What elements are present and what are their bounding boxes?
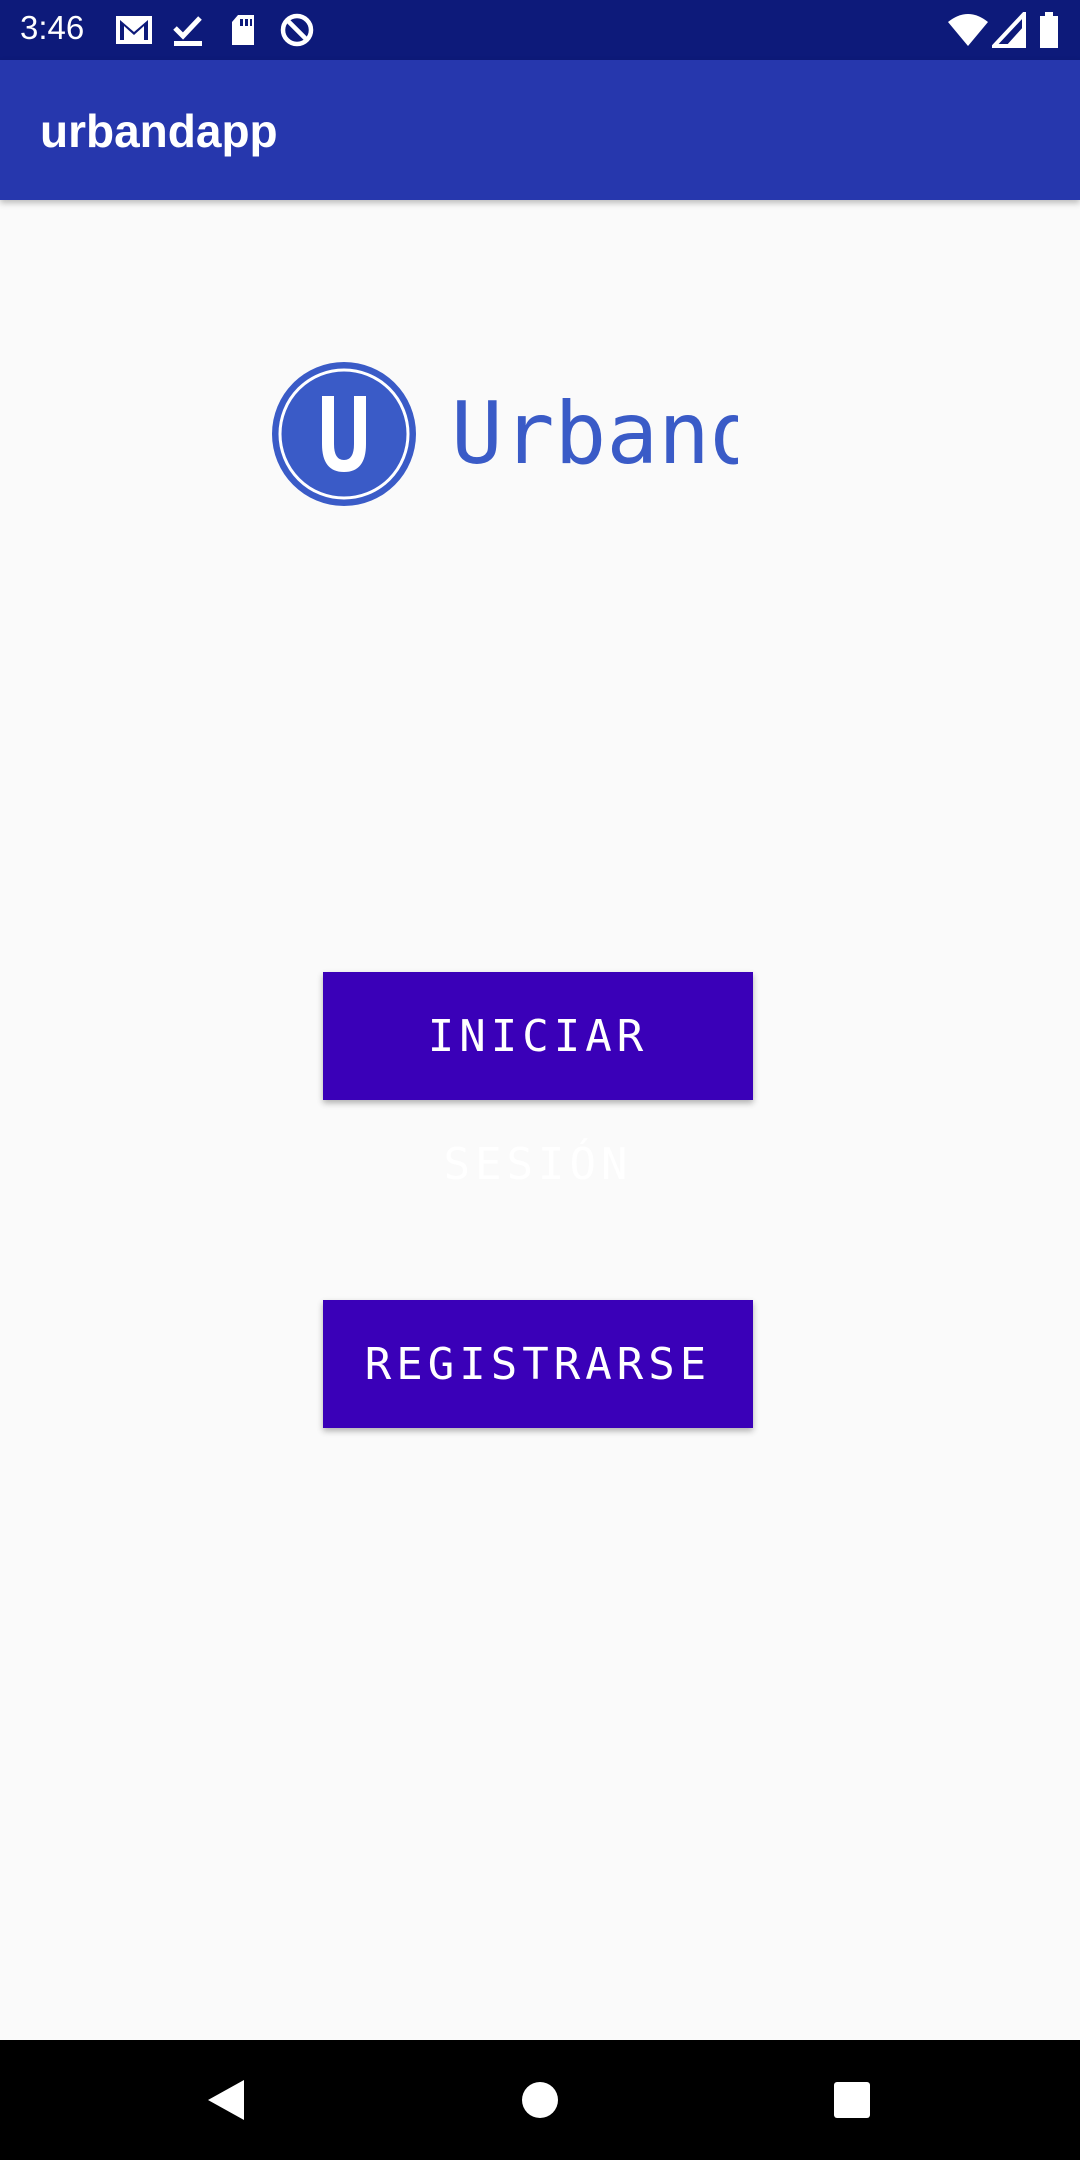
logo-text: Urband: [451, 384, 738, 484]
status-bar: 3:46: [0, 0, 1080, 60]
battery-icon: [1040, 12, 1058, 48]
gmail-icon: [116, 16, 152, 44]
sd-card-icon: [232, 15, 254, 45]
signal-icon: [992, 12, 1026, 48]
do-not-disturb-icon: [280, 13, 314, 47]
login-button[interactable]: INICIAR SESIÓN: [323, 972, 753, 1190]
app-bar: urbandapp: [0, 60, 1080, 200]
app-title: urbandapp: [40, 105, 278, 157]
urband-logo: Urband: [272, 362, 738, 506]
status-time: 3:46: [20, 9, 85, 46]
back-icon[interactable]: [196, 2070, 256, 2130]
recents-icon[interactable]: [822, 2070, 882, 2130]
navigation-bar: [0, 2040, 1080, 2160]
register-button[interactable]: REGISTRARSE: [323, 1300, 753, 1428]
wifi-icon: [948, 14, 988, 46]
task-check-icon: [173, 16, 202, 46]
home-icon[interactable]: [510, 2070, 570, 2130]
screen: 3:46 urbandapp Urband INICIAR SESIÓN REG…: [0, 0, 1080, 2160]
